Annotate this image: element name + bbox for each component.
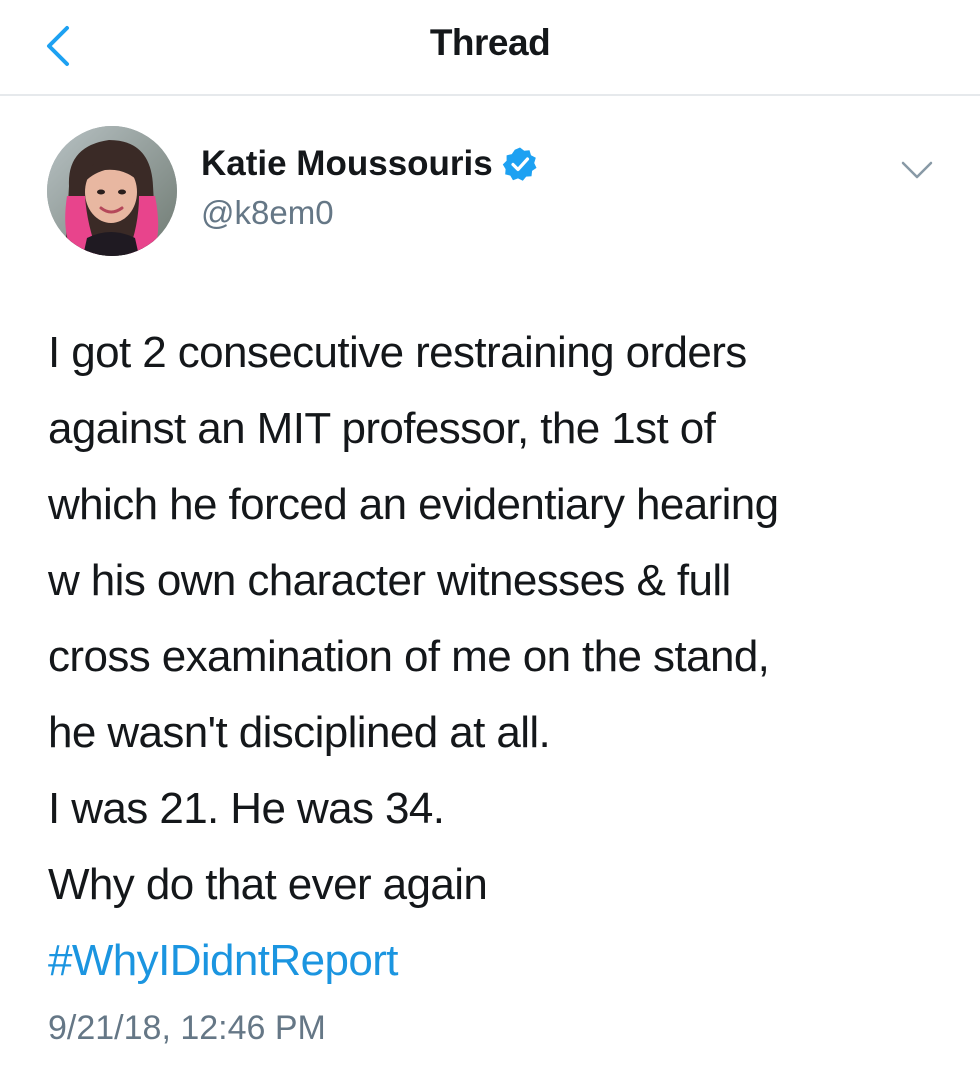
tweet-text-line: I was 21. He was 34. [48,784,445,833]
tweet-text-line: which he forced an evidentiary hearing [48,480,779,529]
author-name[interactable]: Katie Moussouris [201,144,538,184]
tweet-text: I got 2 consecutive restraining orders a… [48,315,948,999]
tweet-text-line: against an MIT professor, the 1st of [48,404,716,453]
avatar[interactable] [47,126,177,256]
profile-photo [47,126,177,256]
hashtag-link[interactable]: #WhyIDidntReport [48,923,948,999]
author-handle[interactable]: @k8em0 [201,194,334,232]
tweet-text-line: cross examination of me on the stand, [48,632,770,681]
page-title: Thread [429,22,551,63]
tweet-timestamp[interactable]: 9/21/18, 12:46 PM [48,1009,326,1048]
author-name-text: Katie Moussouris [201,144,493,183]
tweet-text-line: Why do that ever again [48,860,488,909]
tweet: Katie Moussouris @k8em0 I got 2 consecut… [0,96,980,1089]
chevron-down-icon[interactable] [897,156,937,184]
tweet-text-line: I got 2 consecutive restraining orders [48,328,747,377]
navigation-bar: Thread [0,0,980,96]
verified-badge-icon [502,147,537,181]
tweet-text-line: w his own character witnesses & full [48,556,731,605]
tweet-text-line: he wasn't disciplined at all. [48,708,551,757]
